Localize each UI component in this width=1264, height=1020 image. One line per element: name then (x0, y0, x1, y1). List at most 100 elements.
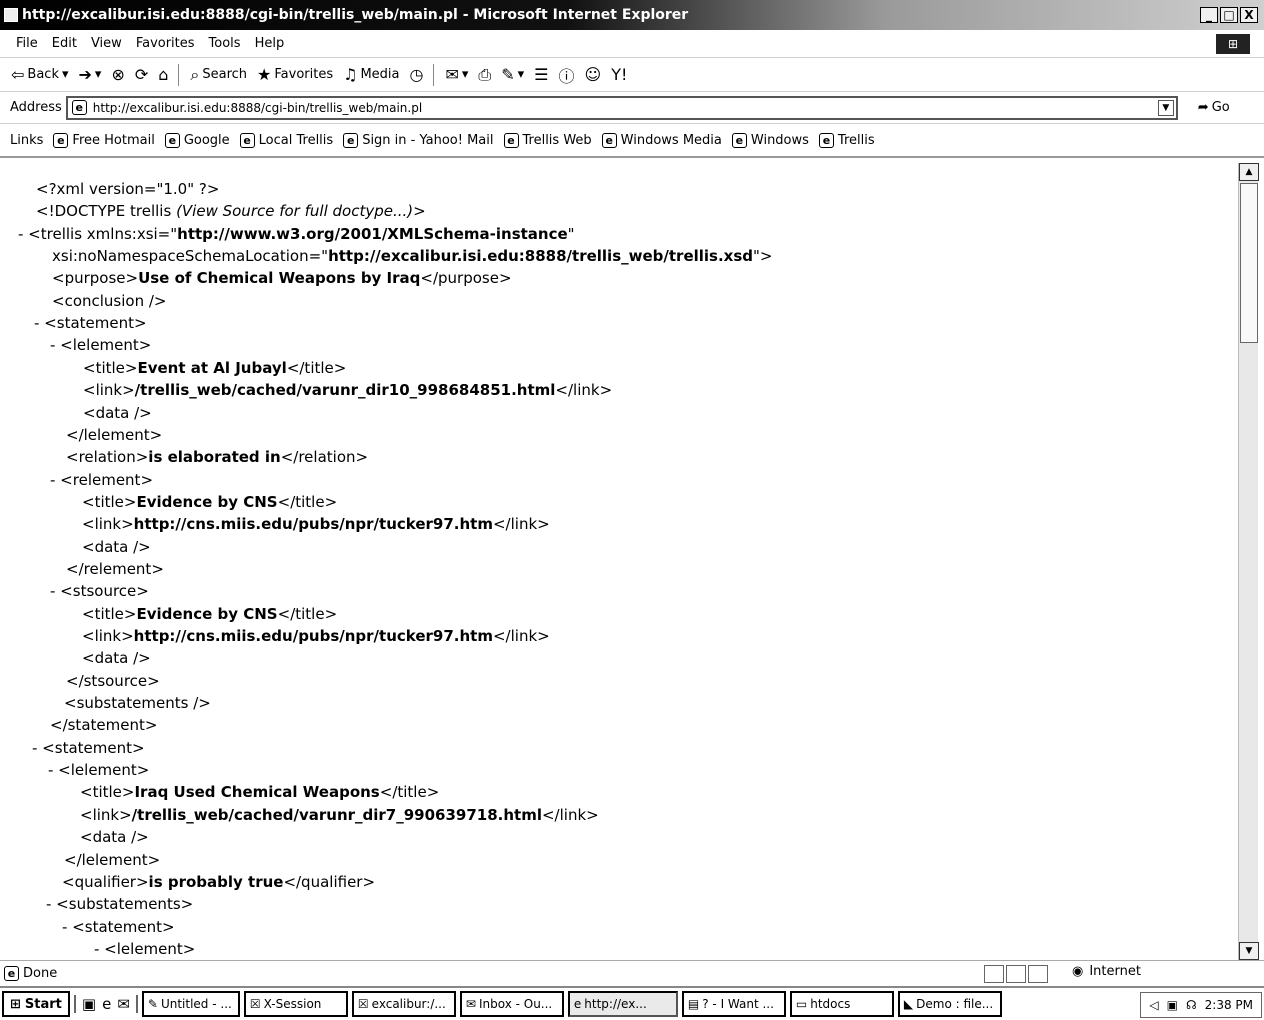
xml-markup: <title> (83, 358, 138, 377)
link-yahoo-mail[interactable]: e Sign in - Yahoo! Mail (343, 132, 494, 148)
show-desktop-icon[interactable]: ▣ (82, 995, 96, 1013)
ie-link-icon: e (53, 132, 69, 148)
address-bar: Address e http://excalibur.isi.edu:8888/… (0, 92, 1264, 124)
xml-line: - <relement> (50, 469, 153, 491)
ie-quicklaunch-icon[interactable]: e (102, 995, 111, 1013)
link-trellis-web[interactable]: e Trellis Web (503, 132, 592, 148)
outlook-quicklaunch-icon[interactable]: ✉ (117, 995, 130, 1013)
link-windows[interactable]: e Windows (731, 132, 809, 148)
xml-markup: - <lelement> (94, 939, 196, 958)
xml-line: - <substatements> (46, 893, 193, 915)
refresh-button[interactable]: ⟳ (132, 65, 151, 84)
yahoo-icon: Y! (611, 65, 628, 84)
messenger-icon: ☺ (584, 65, 602, 84)
task-htdocs[interactable]: ▭ htdocs (789, 991, 894, 1017)
xml-value: http://cns.miis.edu/pubs/npr/tucker97.ht… (133, 515, 493, 534)
history-button[interactable]: ◷ (407, 65, 427, 84)
xml-value: /trellis_web/cached/varunr_dir7_99063971… (131, 805, 542, 824)
toolbar-separator (178, 63, 181, 86)
close-button[interactable]: X (1240, 7, 1258, 23)
media-button[interactable]: ♫ Media (340, 65, 402, 84)
go-button[interactable]: ➦ Go (1198, 100, 1230, 115)
xml-line: <relation>is elaborated in</relation> (66, 446, 368, 468)
system-tray: ◁ ▣ ☊ 2:38 PM (1140, 992, 1262, 1018)
print-button[interactable]: ⎙ (475, 65, 494, 85)
xml-line: </lelement> (64, 849, 160, 871)
xml-markup: <title> (82, 492, 137, 511)
link-windows-media[interactable]: e Windows Media (601, 132, 722, 148)
task-want[interactable]: ▤? - I Want ... (681, 991, 786, 1017)
back-button[interactable]: ⇦ Back ▾ (8, 65, 72, 84)
menu-file[interactable]: File (0, 36, 45, 51)
link-label: Windows Media (620, 132, 722, 148)
task-untitled[interactable]: ✎ Untitled - ... (141, 991, 240, 1017)
task-demo[interactable]: ◣ Demo : file... (897, 991, 1002, 1017)
edit-button[interactable]: ✎ ▾ (498, 65, 527, 84)
home-button[interactable]: ⌂ (155, 65, 171, 84)
xml-line: - <lelement> (50, 334, 151, 356)
xml-markup: <data /> (80, 828, 149, 847)
task-label: htdocs (810, 997, 851, 1011)
search-label: Search (202, 67, 248, 82)
menu-edit[interactable]: Edit (45, 36, 84, 51)
xml-markup: - <lelement> (48, 761, 150, 780)
tray-app-icon[interactable]: ▣ (1167, 998, 1178, 1012)
scroll-up-icon[interactable]: ▲ (1239, 163, 1259, 181)
menu-favorites[interactable]: Favorites (129, 36, 202, 51)
task-x-session[interactable]: ☒ X-Session (243, 991, 348, 1017)
xml-markup: </title> (286, 358, 347, 377)
forward-button[interactable]: ➔ ▾ (76, 65, 105, 84)
stop-button[interactable]: ⊗ (108, 65, 127, 84)
xml-line: </statement> (50, 714, 157, 736)
xml-markup: <relation> (66, 448, 149, 467)
task-label: X-Session (263, 997, 322, 1011)
windows-logo-icon: ⊞ (10, 996, 21, 1012)
info-button[interactable]: ⓘ (556, 63, 578, 87)
xml-markup: - <lelement> (50, 336, 152, 355)
volume-icon[interactable]: ◁ (1149, 998, 1158, 1012)
xml-value: http://excalibur.isi.edu:8888/trellis_we… (328, 247, 754, 266)
menu-view[interactable]: View (84, 36, 129, 51)
ie-link-icon: e (601, 132, 617, 148)
zone-label: Internet (1089, 964, 1141, 979)
maximize-button[interactable]: □ (1220, 7, 1238, 23)
search-button[interactable]: ⌕ Search (187, 65, 250, 85)
address-input[interactable]: e http://excalibur.isi.edu:8888/cgi-bin/… (65, 95, 1178, 120)
yahoo-button[interactable]: Y! (608, 65, 630, 84)
task-excalibur[interactable]: ☒ excalibur:/... (351, 991, 456, 1017)
xml-line: - <statement> (32, 737, 145, 759)
mail-button[interactable]: ✉ ▾ (442, 65, 471, 84)
menu-tools[interactable]: Tools (202, 36, 248, 51)
xml-markup: > (413, 202, 426, 221)
xml-markup: - <statement> (62, 917, 175, 936)
network-icon[interactable]: ☊ (1186, 998, 1197, 1012)
ie-task-icon: e (573, 997, 582, 1011)
messenger-button[interactable]: ☺ (582, 65, 605, 84)
vertical-scrollbar[interactable]: ▲ ▼ (1238, 163, 1259, 960)
task-inbox[interactable]: ✉ Inbox - Ou... (459, 991, 564, 1017)
xml-value: Evidence by CNS (136, 492, 278, 511)
link-label: Free Hotmail (72, 132, 155, 148)
scroll-down-icon[interactable]: ▼ (1239, 942, 1259, 960)
xml-value: Evidence by CNS (136, 604, 278, 623)
media-label: Media (360, 67, 400, 82)
status-panel (984, 965, 1004, 983)
xml-line: <substatements /> (64, 692, 211, 714)
xml-value: is elaborated in (148, 448, 281, 467)
task-browser[interactable]: e http://ex... (567, 991, 678, 1017)
link-trellis[interactable]: e Trellis (818, 132, 875, 148)
address-dropdown-icon[interactable]: ▼ (1157, 99, 1174, 116)
scroll-thumb[interactable] (1240, 183, 1258, 343)
status-panels (984, 965, 1048, 983)
minimize-button[interactable]: _ (1200, 7, 1218, 23)
start-button[interactable]: ⊞ Start (2, 991, 70, 1017)
favorites-button[interactable]: ★ Favorites (254, 65, 336, 84)
menu-help[interactable]: Help (248, 36, 292, 51)
address-url: http://excalibur.isi.edu:8888/cgi-bin/tr… (92, 100, 423, 115)
xml-document-view: <?xml version="1.0" ?> <!DOCTYPE trellis … (0, 160, 1238, 960)
discuss-button[interactable]: ☰ (531, 65, 551, 84)
link-google[interactable]: e Google (164, 132, 230, 148)
xml-markup: <link> (80, 805, 132, 824)
link-local-trellis[interactable]: e Local Trellis (239, 132, 333, 148)
link-free-hotmail[interactable]: e Free Hotmail (53, 132, 155, 148)
